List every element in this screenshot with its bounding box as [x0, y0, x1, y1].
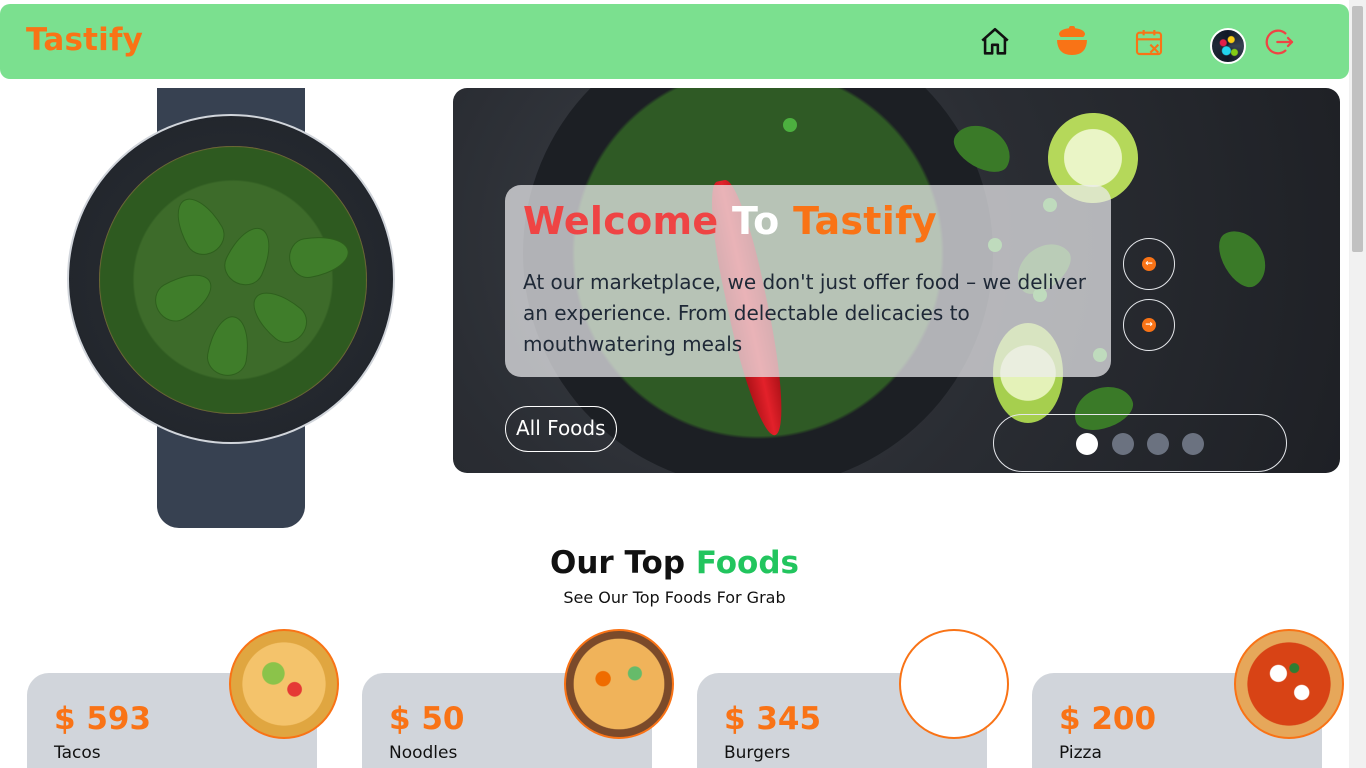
food-name: Pizza — [1059, 743, 1102, 763]
hero-title-to: To — [732, 199, 780, 243]
section-title: Our Top Foods — [0, 545, 1349, 581]
section-title-main: Our Top — [550, 545, 686, 581]
carousel-dot-4[interactable] — [1182, 433, 1204, 455]
noodles-image — [564, 629, 674, 739]
spinach-leaf — [1210, 222, 1276, 294]
top-navbar: Tastify — [0, 4, 1349, 79]
carousel-next-button[interactable]: → — [1123, 299, 1175, 351]
hero-title: Welcome To Tastify — [523, 199, 937, 243]
carousel-dot-2[interactable] — [1112, 433, 1134, 455]
food-card-tacos[interactable]: $ 593 Tacos — [27, 629, 339, 768]
section-subtitle: See Our Top Foods For Grab — [563, 588, 786, 607]
food-name: Tacos — [54, 743, 101, 763]
carousel-prev-button[interactable]: ← — [1123, 238, 1175, 290]
food-card-noodles[interactable]: $ 50 Noodles — [362, 629, 674, 768]
arrow-left-icon: ← — [1142, 257, 1156, 271]
food-price: $ 593 — [54, 701, 152, 737]
section-title-highlight: Foods — [695, 545, 799, 581]
scrollbar-thumb[interactable] — [1352, 6, 1363, 252]
hero-title-welcome: Welcome — [523, 199, 719, 243]
tacos-image — [229, 629, 339, 739]
all-foods-button[interactable]: All Foods — [505, 406, 617, 452]
carousel-dot-1[interactable] — [1076, 433, 1098, 455]
hero-description: At our marketplace, we don't just offer … — [523, 270, 1087, 356]
calendar-icon[interactable] — [1129, 22, 1169, 62]
food-card-burgers[interactable]: $ 345 Burgers — [697, 629, 1009, 768]
food-price: $ 345 — [724, 701, 822, 737]
carousel-dot-3[interactable] — [1147, 433, 1169, 455]
food-card-pizza[interactable]: $ 200 Pizza — [1032, 629, 1344, 768]
carousel-indicators — [993, 414, 1287, 472]
food-price: $ 50 — [389, 701, 465, 737]
user-avatar[interactable] — [1210, 28, 1246, 64]
burgers-image — [899, 629, 1009, 739]
arrow-right-icon: → — [1142, 318, 1156, 332]
brand-logo[interactable]: Tastify — [26, 22, 143, 58]
spinach-bowl-image — [67, 114, 395, 444]
food-name: Burgers — [724, 743, 791, 763]
hero-text-card: Welcome To Tastify At our marketplace, w… — [505, 185, 1111, 377]
food-name: Noodles — [389, 743, 458, 763]
food-price: $ 200 — [1059, 701, 1157, 737]
pizza-image — [1234, 629, 1344, 739]
pea — [783, 118, 797, 132]
logout-icon[interactable] — [1260, 22, 1300, 62]
cooking-pot-icon[interactable] — [1052, 22, 1092, 62]
home-icon[interactable] — [975, 22, 1015, 62]
hero-carousel: Welcome To Tastify At our marketplace, w… — [453, 88, 1340, 473]
hero-title-brand: Tastify — [793, 199, 938, 243]
